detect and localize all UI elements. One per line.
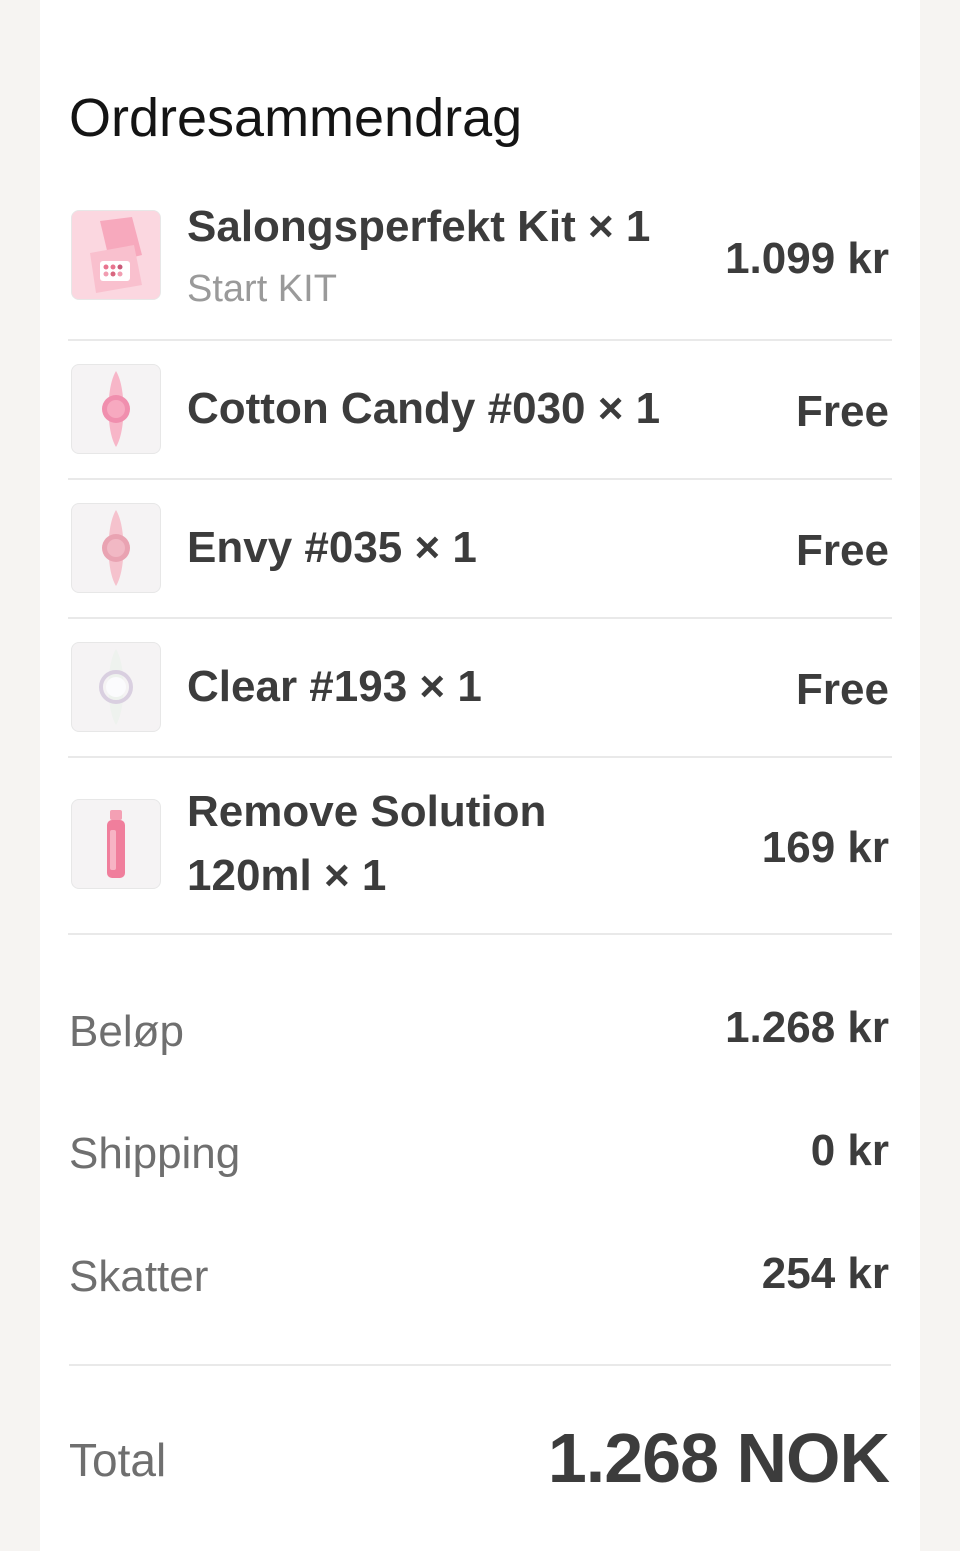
remover-bottle-icon: [71, 799, 161, 889]
tax-label: Skatter: [69, 1252, 209, 1301]
line-item: Envy #035 × 1 Free: [68, 480, 892, 617]
item-name-line1: Remove Solution: [187, 787, 547, 836]
rose-nail-polish-icon: [71, 503, 161, 593]
item-name: Salongsperfekt Kit × 1: [187, 202, 651, 251]
line-item: Remove Solution 120ml × 1 169 kr: [68, 758, 892, 934]
item-price: Free: [796, 665, 889, 714]
item-name-line2: 120ml × 1: [187, 851, 387, 900]
total-label: Total: [69, 1434, 167, 1486]
pink-nail-polish-icon: [71, 364, 161, 454]
item-price: 169 kr: [761, 823, 889, 872]
line-item: Clear #193 × 1 Free: [68, 619, 892, 756]
amount-label: Beløp: [69, 1007, 184, 1056]
divider: [68, 933, 892, 935]
item-name: Cotton Candy #030 × 1: [187, 384, 661, 433]
clear-nail-polish-icon: [71, 642, 161, 732]
shipping-value: 0 kr: [810, 1126, 889, 1175]
order-summary-card: Ordresammendrag Salongsperfekt Kit × 1 S…: [40, 0, 920, 1551]
line-item: Salongsperfekt Kit × 1 Start KIT 1.099 k…: [68, 195, 892, 325]
item-price: 1.099 kr: [725, 234, 889, 283]
order-summary-title: Ordresammendrag: [69, 88, 523, 148]
item-name: Clear #193 × 1: [187, 662, 482, 711]
nail-kit-box-icon: [71, 210, 161, 300]
divider: [69, 1364, 891, 1366]
item-price: Free: [796, 526, 889, 575]
item-variant: Start KIT: [187, 268, 337, 310]
line-item: Cotton Candy #030 × 1 Free: [68, 341, 892, 478]
item-name: Envy #035 × 1: [187, 523, 477, 572]
shipping-label: Shipping: [69, 1129, 241, 1178]
item-price: Free: [796, 387, 889, 436]
tax-value: 254 kr: [761, 1249, 889, 1298]
amount-value: 1.268 kr: [725, 1003, 889, 1052]
total-value: 1.268 NOK: [547, 1419, 890, 1497]
